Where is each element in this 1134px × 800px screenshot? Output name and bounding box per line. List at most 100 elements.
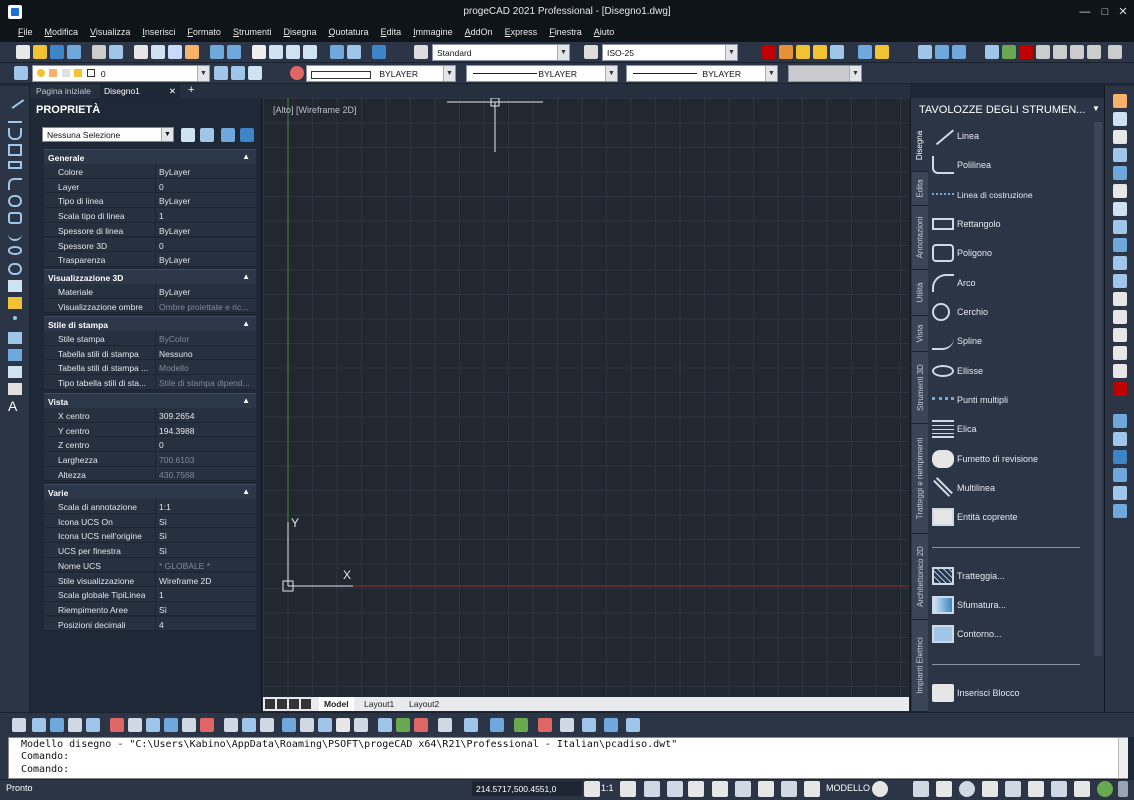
collapse-icon[interactable]: ▲ xyxy=(242,487,250,496)
palette-item-contorno[interactable]: Contorno... xyxy=(930,622,1090,644)
menu-addon[interactable]: AddOn xyxy=(459,24,499,42)
bottom-tool-icon[interactable] xyxy=(128,718,142,732)
bottom-tool-icon[interactable] xyxy=(354,718,368,732)
leader-icon[interactable] xyxy=(952,45,966,59)
lineweight-select[interactable]: BYLAYER ▼ xyxy=(626,65,778,82)
property-row[interactable]: Icona UCS nell'origine Sì xyxy=(44,528,256,543)
property-row[interactable]: Riempimento Aree Sì xyxy=(44,601,256,617)
bring-front-icon[interactable] xyxy=(1113,450,1127,464)
select-objects-icon[interactable] xyxy=(200,128,214,142)
next-layout-icon[interactable] xyxy=(289,699,299,709)
dim-aligned-icon[interactable] xyxy=(779,45,793,59)
trim-icon[interactable] xyxy=(1113,256,1127,270)
quick-properties-icon[interactable] xyxy=(936,781,952,797)
bottom-tool-icon[interactable] xyxy=(242,718,256,732)
annotation-scale-icon[interactable] xyxy=(584,781,600,797)
menu-edita[interactable]: Edita xyxy=(375,24,408,42)
coordinates-display[interactable]: 214.5717,500.4551,0 xyxy=(472,781,582,796)
chevron-down-icon[interactable]: ▼ xyxy=(443,66,455,81)
text-abc-icon[interactable] xyxy=(1036,45,1050,59)
snap-icon[interactable] xyxy=(644,781,660,797)
palette-item-linea[interactable]: Linea xyxy=(930,124,1090,146)
chevron-down-icon[interactable]: ▼ xyxy=(765,66,777,81)
point-tool-icon[interactable] xyxy=(13,316,17,320)
bottom-tool-icon[interactable] xyxy=(438,718,452,732)
section-header[interactable]: Varie ▲ xyxy=(44,484,256,499)
bottom-tool-icon[interactable] xyxy=(110,718,124,732)
property-row[interactable]: Colore ByLayer xyxy=(44,164,256,179)
line-tool-icon[interactable] xyxy=(5,91,25,109)
dim-override-icon[interactable] xyxy=(1019,45,1033,59)
bottom-tool-icon[interactable] xyxy=(538,718,552,732)
menu-inserisci[interactable]: Inserisci xyxy=(136,24,181,42)
text-style-select[interactable]: Standard ▼ xyxy=(432,44,570,61)
property-row[interactable]: Spessore di linea ByLayer xyxy=(44,222,256,238)
status-menu-icon[interactable] xyxy=(1118,781,1128,797)
dim-radius-icon[interactable] xyxy=(796,45,810,59)
new-file-icon[interactable] xyxy=(16,45,30,59)
text-z-icon[interactable] xyxy=(1108,45,1122,59)
tab-strumenti-3d[interactable]: Strumenti 3D xyxy=(912,352,928,424)
rectangle-tool-icon[interactable] xyxy=(8,161,22,169)
copy-icon[interactable] xyxy=(151,45,165,59)
palette-item-cerchio[interactable]: Cerchio xyxy=(930,300,1090,322)
bottom-tool-icon[interactable] xyxy=(50,718,64,732)
table-tool-icon[interactable] xyxy=(8,383,22,395)
bottom-tool-icon[interactable] xyxy=(336,718,350,732)
grid-display-icon[interactable] xyxy=(688,781,704,797)
clean-screen-icon[interactable] xyxy=(1028,781,1044,797)
property-row[interactable]: Scala tipo di linea 1 xyxy=(44,208,256,223)
menu-modifica[interactable]: Modifica xyxy=(39,24,85,42)
transparency-icon[interactable] xyxy=(982,781,998,797)
palette-menu-icon[interactable]: ▼ xyxy=(1092,104,1100,113)
palette-item-sfumatura[interactable]: Sfumatura... xyxy=(930,593,1090,615)
annotation-visibility-icon[interactable] xyxy=(620,781,636,797)
property-row[interactable]: Altezza 430.7568 xyxy=(44,466,256,482)
command-scrollbar[interactable] xyxy=(1118,738,1128,778)
menu-aiuto[interactable]: Aiuto xyxy=(588,24,621,42)
palette-item-arco[interactable]: Arco xyxy=(930,271,1090,293)
dim-linear-icon[interactable] xyxy=(762,45,776,59)
property-row[interactable]: Tipo tabella stili di sta... Stile di sta… xyxy=(44,375,256,390)
bottom-tool-icon[interactable] xyxy=(32,718,46,732)
dim-angular-icon[interactable] xyxy=(813,45,827,59)
bottom-tool-icon[interactable] xyxy=(604,718,618,732)
property-row[interactable]: Trasparenza ByLayer xyxy=(44,252,256,267)
command-handle[interactable] xyxy=(0,737,8,779)
bottom-tool-icon[interactable] xyxy=(200,718,214,732)
open-folder-icon[interactable] xyxy=(33,45,47,59)
tolerance-icon[interactable] xyxy=(918,45,932,59)
property-row[interactable]: Tabella stili di stampa Nessuno xyxy=(44,345,256,361)
bottom-tool-icon[interactable] xyxy=(68,718,82,732)
join-icon[interactable] xyxy=(1113,310,1127,324)
palette-item-spline[interactable]: Spline xyxy=(930,329,1090,351)
polyline-tool-icon[interactable] xyxy=(8,111,22,123)
make-block-icon[interactable] xyxy=(8,297,22,309)
property-row[interactable]: Stile visualizzazione Wireframe 2D xyxy=(44,572,256,588)
menu-finestra[interactable]: Finestra xyxy=(543,24,588,42)
dim-baseline-icon[interactable] xyxy=(858,45,872,59)
isolate-icon[interactable] xyxy=(1051,781,1067,797)
selection-select[interactable]: Nessuna Selezione ▼ xyxy=(42,127,174,142)
property-row[interactable]: Larghezza 700.6103 xyxy=(44,452,256,467)
palette-item-elica[interactable]: Elica xyxy=(930,417,1090,439)
annotation-scale[interactable]: 1:1 xyxy=(601,783,614,793)
chevron-down-icon[interactable]: ▼ xyxy=(605,66,617,81)
lock-icon[interactable] xyxy=(61,69,70,77)
save-icon[interactable] xyxy=(50,45,64,59)
bottom-tool-icon[interactable] xyxy=(182,718,196,732)
print-preview-icon[interactable] xyxy=(109,45,123,59)
menu-visualizza[interactable]: Visualizza xyxy=(84,24,136,42)
collapse-icon[interactable]: ▲ xyxy=(242,396,250,405)
revcloud-tool-icon[interactable] xyxy=(8,212,22,224)
property-row[interactable]: Tipo di linea ByLayer xyxy=(44,193,256,208)
chevron-down-icon[interactable]: ▼ xyxy=(849,66,861,81)
bottom-tool-icon[interactable] xyxy=(414,718,428,732)
layer-states-icon[interactable] xyxy=(248,66,262,80)
collapse-icon[interactable]: ▲ xyxy=(242,272,250,281)
palette-scrollbar[interactable] xyxy=(1094,122,1102,656)
center-mark-icon[interactable] xyxy=(935,45,949,59)
offset-icon[interactable] xyxy=(1113,148,1127,162)
close-tab-icon[interactable]: ✕ xyxy=(169,86,176,97)
cut-icon[interactable] xyxy=(134,45,148,59)
